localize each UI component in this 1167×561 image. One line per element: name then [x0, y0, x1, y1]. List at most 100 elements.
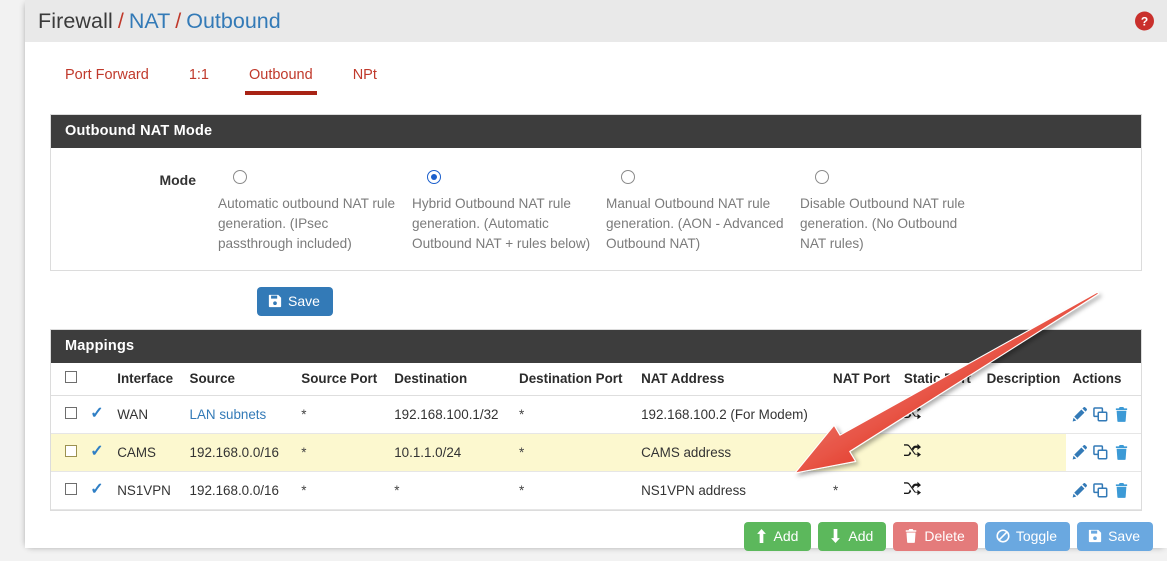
random-icon	[903, 481, 921, 499]
breadcrumb: Firewall / NAT / Outbound ?	[25, 0, 1167, 42]
outbound-nat-mode-title: Outbound NAT Mode	[51, 115, 1141, 148]
save-icon	[1088, 529, 1102, 543]
outbound-nat-mode-body: Mode Automatic outbound NAT rule generat…	[51, 148, 1141, 270]
select-all-checkbox[interactable]	[65, 371, 77, 383]
cell-source-port-text: *	[301, 444, 307, 460]
cell-actions	[1066, 433, 1141, 472]
content-panel: Firewall / NAT / Outbound ? Port Forward…	[25, 0, 1167, 551]
check-icon: ✓	[90, 443, 104, 460]
column-header-description: Description	[980, 363, 1067, 396]
table-row[interactable]: ✓ WAN LAN subnets * 192.168.100.1/32 * 192.168…	[51, 395, 1141, 434]
add-button-0[interactable]: Add	[743, 522, 812, 551]
rule-enabled-cell[interactable]: ✓	[84, 471, 112, 510]
mode-radio-3[interactable]	[815, 170, 829, 184]
cell-actions	[1066, 471, 1141, 510]
cell-source-text: 192.168.0.0/16	[189, 444, 279, 460]
row-checkbox-cell[interactable]	[51, 395, 85, 434]
save-button-4[interactable]: Save	[1077, 522, 1153, 551]
mode-radio-2[interactable]	[621, 170, 635, 184]
edit-icon[interactable]	[1072, 444, 1088, 460]
rule-enabled-cell[interactable]: ✓	[84, 433, 112, 472]
cell-interface: CAMS	[111, 433, 184, 472]
edit-icon[interactable]	[1072, 406, 1088, 422]
column-header-nat-address: NAT Address	[635, 363, 828, 396]
cell-destination-text: 10.1.1.0/24	[394, 444, 462, 460]
column-header-blank	[84, 363, 112, 396]
row-checkbox[interactable]	[65, 482, 77, 495]
column-header-source-port: Source Port	[295, 363, 389, 396]
row-checkbox[interactable]	[65, 444, 77, 457]
check-icon: ✓	[90, 405, 104, 422]
button-label: Save	[1108, 528, 1140, 544]
check-icon: ✓	[90, 481, 104, 498]
column-header-destination-port: Destination Port	[513, 363, 636, 396]
tab-1-1[interactable]: 1:1	[169, 59, 229, 92]
add-button-1[interactable]: Add	[818, 522, 887, 551]
random-icon	[903, 405, 921, 423]
cell-destination: *	[388, 471, 514, 510]
delete-button-2[interactable]: Delete	[893, 522, 978, 551]
cell-source: 192.168.0.0/16	[183, 433, 296, 472]
mappings-table-head: Interface Source Source Port Destination Des…	[51, 363, 1141, 396]
ban-icon	[996, 529, 1010, 543]
cell-destination: 192.168.100.1/32	[388, 395, 514, 434]
toggle-button-3[interactable]: Toggle	[984, 522, 1071, 551]
mode-option-3[interactable]: Disable Outbound NAT rule generation. (N…	[800, 164, 994, 254]
mode-option-1[interactable]: Hybrid Outbound NAT rule generation. (Au…	[412, 164, 606, 254]
source-alias-link[interactable]: LAN subnets	[190, 407, 267, 422]
mappings-table-body: ✓ WAN LAN subnets * 192.168.100.1/32 * 192.168…	[51, 395, 1141, 510]
cell-destination-text: *	[394, 482, 400, 498]
edit-icon[interactable]	[1072, 482, 1088, 498]
button-label: Delete	[924, 528, 965, 544]
mode-description-2: Manual Outbound NAT rule generation. (AO…	[606, 196, 784, 251]
cell-destination: 10.1.1.0/24	[388, 433, 514, 472]
trash-icon[interactable]	[1114, 406, 1129, 422]
row-checkbox[interactable]	[65, 406, 77, 419]
cell-description	[980, 433, 1067, 472]
rule-enabled-cell[interactable]: ✓	[84, 395, 112, 434]
cell-nat-port: *	[827, 433, 898, 472]
cell-source-port-text: *	[301, 406, 307, 422]
mode-save-wrap: Save	[25, 271, 1167, 316]
breadcrumb-link-outbound[interactable]: Outbound	[186, 9, 280, 34]
trash-icon[interactable]	[1114, 444, 1129, 460]
cell-destination-port-text: *	[519, 482, 525, 498]
row-checkbox-cell[interactable]	[51, 433, 85, 472]
mode-description-1: Hybrid Outbound NAT rule generation. (Au…	[412, 196, 591, 251]
table-row[interactable]: ✓ NS1VPN 192.168.0.0/16 * * * NS1VPN address *	[51, 471, 1141, 510]
cell-source-port: *	[295, 433, 389, 472]
mode-radio-0[interactable]	[233, 170, 247, 184]
save-mode-button[interactable]: Save	[257, 287, 333, 316]
button-label: Add	[848, 528, 874, 544]
cell-destination-text: 192.168.100.1/32	[394, 406, 499, 422]
cell-source: LAN subnets	[183, 395, 296, 434]
breadcrumb-link-nat[interactable]: NAT	[129, 9, 170, 34]
mappings-title: Mappings	[51, 330, 1141, 363]
mode-option-0[interactable]: Automatic outbound NAT rule generation. …	[218, 164, 412, 254]
mode-row: Mode Automatic outbound NAT rule generat…	[51, 148, 1141, 270]
trash-icon[interactable]	[1114, 482, 1129, 498]
nat-tabs: Port Forward 1:1 Outbound NPt	[25, 59, 1167, 101]
table-row[interactable]: ✓ CAMS 192.168.0.0/16 * 10.1.1.0/24 * CAMS add…	[51, 433, 1141, 472]
help-icon[interactable]: ?	[1135, 11, 1154, 31]
cell-nat-address-text: 192.168.100.2 (For Modem)	[641, 406, 808, 422]
tab-npt[interactable]: NPt	[333, 59, 397, 92]
cell-nat-address-text: NS1VPN address	[641, 482, 747, 498]
copy-icon[interactable]	[1093, 444, 1108, 460]
cell-actions	[1066, 395, 1141, 434]
row-checkbox-cell[interactable]	[51, 471, 85, 510]
cell-nat-address: CAMS address	[635, 433, 828, 472]
cell-nat-address: NS1VPN address	[635, 471, 828, 510]
tab-outbound[interactable]: Outbound	[229, 59, 333, 95]
select-all-checkbox-cell[interactable]	[51, 363, 85, 396]
mode-option-2[interactable]: Manual Outbound NAT rule generation. (AO…	[606, 164, 800, 254]
trash-icon	[904, 529, 918, 543]
cell-nat-address-text: CAMS address	[641, 444, 732, 460]
tab-port-forward[interactable]: Port Forward	[45, 59, 169, 92]
copy-icon[interactable]	[1093, 406, 1108, 422]
cell-destination-port: *	[513, 395, 636, 434]
column-header-interface: Interface	[111, 363, 184, 396]
mode-radio-1[interactable]	[427, 170, 441, 184]
column-header-source: Source	[183, 363, 296, 396]
copy-icon[interactable]	[1093, 482, 1108, 498]
